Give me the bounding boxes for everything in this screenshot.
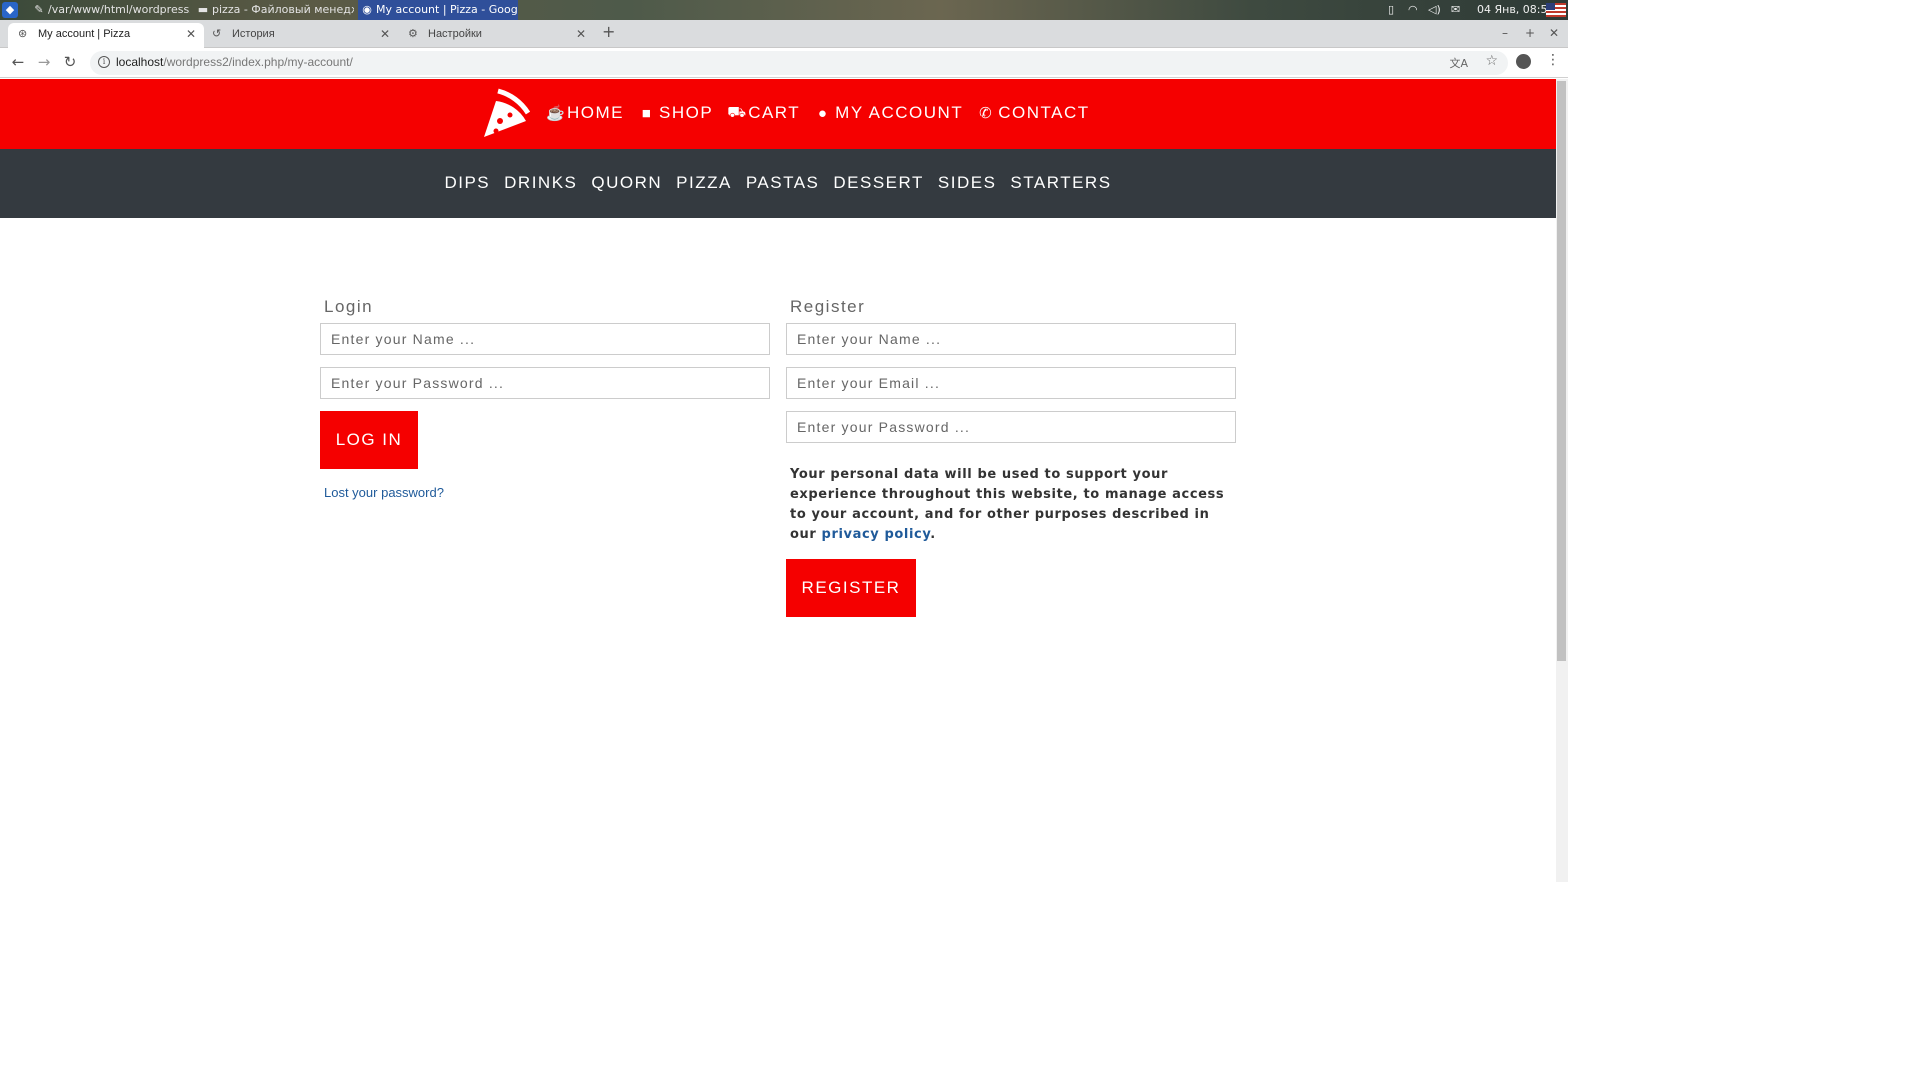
category-sides[interactable]: SIDES	[938, 173, 997, 193]
forward-icon[interactable]: →	[34, 53, 54, 71]
nav-shop[interactable]: ■ SHOP	[638, 103, 713, 123]
register-name-input[interactable]	[786, 323, 1236, 355]
shopping-bag-icon: ■	[641, 104, 653, 122]
login-form: Login LOG IN Lost your password?	[320, 297, 770, 500]
volume-icon[interactable]: ◁)	[1428, 0, 1441, 20]
window-close-button[interactable]: ✕	[1549, 26, 1559, 40]
browser-tab-strip: ⊛ My account | Pizza ✕ ↺ История ✕ ⚙ Нас…	[0, 20, 1568, 48]
history-icon: ↺	[212, 28, 222, 40]
page-scrollbar[interactable]	[1556, 79, 1568, 882]
web-page: ☕ HOME ■ SHOP ⛟ CART ● MY ACCOUNT ✆ CONT…	[0, 79, 1556, 882]
coffee-icon: ☕	[546, 105, 567, 122]
login-button[interactable]: LOG IN	[320, 411, 418, 469]
register-email-input[interactable]	[786, 367, 1236, 399]
user-circle-icon: ●	[817, 104, 829, 122]
address-bar[interactable]: i localhost/wordpress2/index.php/my-acco…	[90, 51, 1508, 75]
phone-icon: ✆	[979, 105, 994, 122]
wordpress-icon: ⊛	[18, 28, 28, 40]
pizza-logo-icon[interactable]	[476, 87, 530, 141]
close-icon[interactable]: ✕	[380, 23, 390, 45]
category-starters[interactable]: STARTERS	[1010, 173, 1111, 193]
folder-icon: ▬	[197, 3, 209, 16]
nav-home[interactable]: ☕ HOME	[546, 103, 624, 123]
start-menu-icon[interactable]: ◆	[2, 2, 18, 18]
lost-password-link[interactable]: Lost your password?	[324, 485, 770, 500]
os-taskbar: ◆ ✎ /var/www/html/wordpress2/... ▬ pizza…	[0, 0, 1568, 20]
mail-icon[interactable]: ✉	[1451, 0, 1460, 20]
cart-icon: ⛟	[727, 103, 748, 121]
keyboard-layout-flag-icon[interactable]	[1546, 3, 1566, 17]
browser-menu-icon[interactable]: ⋮	[1546, 52, 1560, 68]
nav-label: SHOP	[659, 103, 714, 122]
bookmark-star-icon[interactable]: ☆	[1485, 53, 1498, 69]
category-quorn[interactable]: QUORN	[591, 173, 662, 193]
taskbar-task-label: /var/www/html/wordpress2/...	[48, 3, 190, 16]
taskbar-task-label: My account | Pizza - Google ...	[376, 3, 518, 16]
nav-label: CONTACT	[998, 103, 1090, 122]
taskbar-task-file-manager[interactable]: ▬ pizza - Файловый менеджер	[194, 0, 354, 20]
category-bar: DIPS DRINKS QUORN PIZZA PASTAS DESSERT S…	[0, 149, 1556, 218]
url-text[interactable]: localhost/wordpress2/index.php/my-accoun…	[116, 55, 353, 69]
login-title: Login	[324, 297, 374, 316]
close-icon[interactable]: ✕	[576, 23, 586, 45]
wifi-icon[interactable]: ◠	[1408, 0, 1418, 20]
clock[interactable]: 04 Янв, 08:51	[1477, 0, 1555, 20]
taskbar-task-label: pizza - Файловый менеджер	[212, 3, 354, 16]
category-dessert[interactable]: DESSERT	[833, 173, 924, 193]
maximize-button[interactable]: +	[1525, 26, 1535, 40]
nav-my-account[interactable]: ● MY ACCOUNT	[814, 103, 963, 123]
tab-title: Настройки	[428, 28, 482, 40]
nav-contact[interactable]: ✆ CONTACT	[977, 103, 1089, 123]
tab-title: My account | Pizza	[38, 28, 131, 40]
battery-icon[interactable]: ▯	[1388, 0, 1394, 20]
taskbar-task-editor[interactable]: ✎ /var/www/html/wordpress2/...	[30, 0, 190, 20]
new-tab-button[interactable]: +	[602, 22, 615, 41]
category-nav: DIPS DRINKS QUORN PIZZA PASTAS DESSERT S…	[0, 173, 1556, 193]
tab-title: История	[232, 28, 275, 40]
taskbar-task-chrome[interactable]: ◉ My account | Pizza - Google ...	[358, 0, 518, 20]
close-icon[interactable]: ✕	[186, 23, 196, 45]
privacy-policy-link[interactable]: privacy policy	[822, 527, 931, 542]
site-info-icon[interactable]: i	[98, 56, 110, 68]
register-password-input[interactable]	[786, 411, 1236, 443]
register-title: Register	[790, 297, 866, 316]
category-dips[interactable]: DIPS	[444, 173, 490, 193]
reload-icon[interactable]: ↻	[60, 53, 80, 71]
nav-label: CART	[748, 103, 801, 122]
text-editor-icon: ✎	[34, 3, 44, 16]
nav-label: MY ACCOUNT	[835, 103, 964, 122]
category-pastas[interactable]: PASTAS	[746, 173, 820, 193]
category-pizza[interactable]: PIZZA	[676, 173, 732, 193]
minimize-button[interactable]: –	[1502, 26, 1508, 40]
main-nav: ☕ HOME ■ SHOP ⛟ CART ● MY ACCOUNT ✆ CONT…	[546, 103, 1090, 123]
translate-icon[interactable]: 文A	[1449, 55, 1468, 71]
site-header: ☕ HOME ■ SHOP ⛟ CART ● MY ACCOUNT ✆ CONT…	[0, 79, 1556, 149]
back-icon[interactable]: ←	[8, 53, 28, 71]
browser-toolbar: ← → ↻ i localhost/wordpress2/index.php/m…	[0, 48, 1568, 78]
tab-history[interactable]: ↺ История ✕	[202, 23, 398, 48]
privacy-notice: Your personal data will be used to suppo…	[790, 467, 1225, 542]
nav-label: HOME	[567, 103, 624, 122]
scrollbar-thumb[interactable]	[1557, 81, 1566, 661]
login-name-input[interactable]	[320, 323, 770, 355]
login-password-input[interactable]	[320, 367, 770, 399]
chrome-icon: ◉	[362, 3, 372, 16]
gear-icon: ⚙	[408, 28, 418, 40]
register-form: Register Your personal data will be used…	[786, 297, 1236, 617]
tab-settings[interactable]: ⚙ Настройки ✕	[398, 23, 594, 48]
nav-cart[interactable]: ⛟ CART	[727, 103, 800, 123]
category-drinks[interactable]: DRINKS	[504, 173, 577, 193]
tab-my-account[interactable]: ⊛ My account | Pizza ✕	[8, 23, 204, 48]
profile-avatar-icon[interactable]	[1516, 54, 1531, 69]
register-button[interactable]: REGISTER	[786, 559, 916, 617]
